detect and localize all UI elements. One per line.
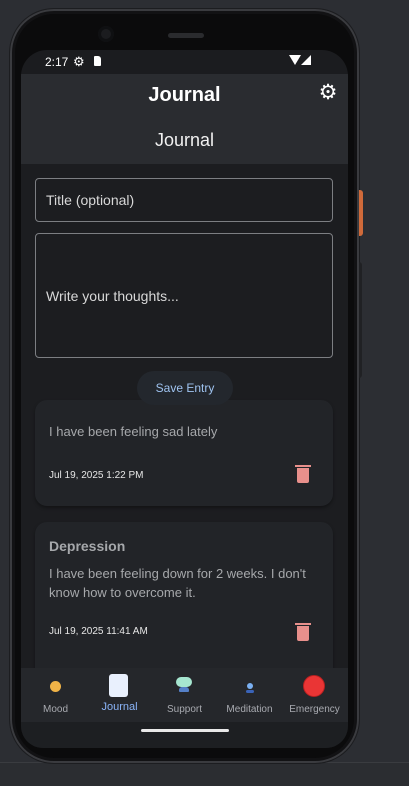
- volume-button[interactable]: [359, 262, 362, 378]
- gesture-bar: [21, 722, 348, 748]
- desktop-bottom-strip: [0, 762, 409, 786]
- gear-icon: ⚙: [73, 54, 85, 69]
- delete-icon[interactable]: [295, 623, 311, 641]
- page-heading: Journal: [154, 130, 215, 150]
- save-entry-button[interactable]: Save Entry: [137, 371, 233, 405]
- power-button[interactable]: [359, 190, 363, 236]
- journal-entry-card: Depression I have been feeling down for …: [35, 522, 333, 668]
- nav-label: Journal: [101, 701, 138, 713]
- sd-card-icon: [94, 56, 101, 66]
- status-bar: 2:17 ⚙: [21, 50, 348, 74]
- nav-item-journal[interactable]: Journal: [87, 668, 152, 722]
- app-title: Journal: [148, 84, 221, 106]
- journal-entry-card: I have been feeling sad lately Jul 19, 2…: [35, 400, 333, 506]
- camera-icon: [98, 26, 114, 42]
- nav-item-meditation[interactable]: Meditation: [217, 668, 282, 722]
- status-time: 2:17: [45, 55, 69, 69]
- journal-icon: [109, 674, 128, 697]
- nav-item-emergency[interactable]: Emergency: [282, 668, 347, 722]
- emergency-icon: [303, 675, 325, 697]
- mood-icon: [50, 681, 61, 692]
- wifi-icon: [289, 55, 301, 65]
- nav-item-support[interactable]: Support: [152, 668, 217, 722]
- support-icon: [176, 677, 192, 693]
- journal-content[interactable]: I have been feeling sad lately Jul 19, 2…: [21, 164, 348, 668]
- thoughts-input[interactable]: [35, 233, 333, 358]
- nav-label: Meditation: [226, 704, 273, 715]
- nav-item-mood[interactable]: Mood: [23, 668, 88, 722]
- entry-date: Jul 19, 2025 11:41 AM: [49, 626, 148, 637]
- signal-icon: [301, 55, 311, 65]
- title-input[interactable]: [35, 178, 333, 222]
- settings-gear-icon[interactable]: ⚙: [317, 82, 339, 104]
- entry-date: Jul 19, 2025 1:22 PM: [49, 470, 144, 481]
- speaker-grille: [168, 33, 204, 38]
- entry-title: Depression: [49, 538, 126, 554]
- entry-body: I have been feeling sad lately: [49, 424, 218, 439]
- delete-icon[interactable]: [295, 465, 311, 483]
- bottom-navigation: Mood Journal Support Meditation Emergenc…: [21, 668, 348, 722]
- meditation-icon: [246, 683, 254, 693]
- entry-body: I have been feeling down for 2 weeks. I …: [49, 566, 306, 600]
- app-bar: Journal ⚙ Journal: [21, 74, 348, 164]
- phone-screen: 2:17 ⚙ Journal ⚙ Journal I have been fee…: [21, 50, 348, 748]
- nav-label: Mood: [42, 704, 68, 715]
- home-indicator[interactable]: [141, 729, 229, 732]
- nav-label: Emergency: [289, 704, 340, 715]
- nav-label: Support: [166, 704, 203, 715]
